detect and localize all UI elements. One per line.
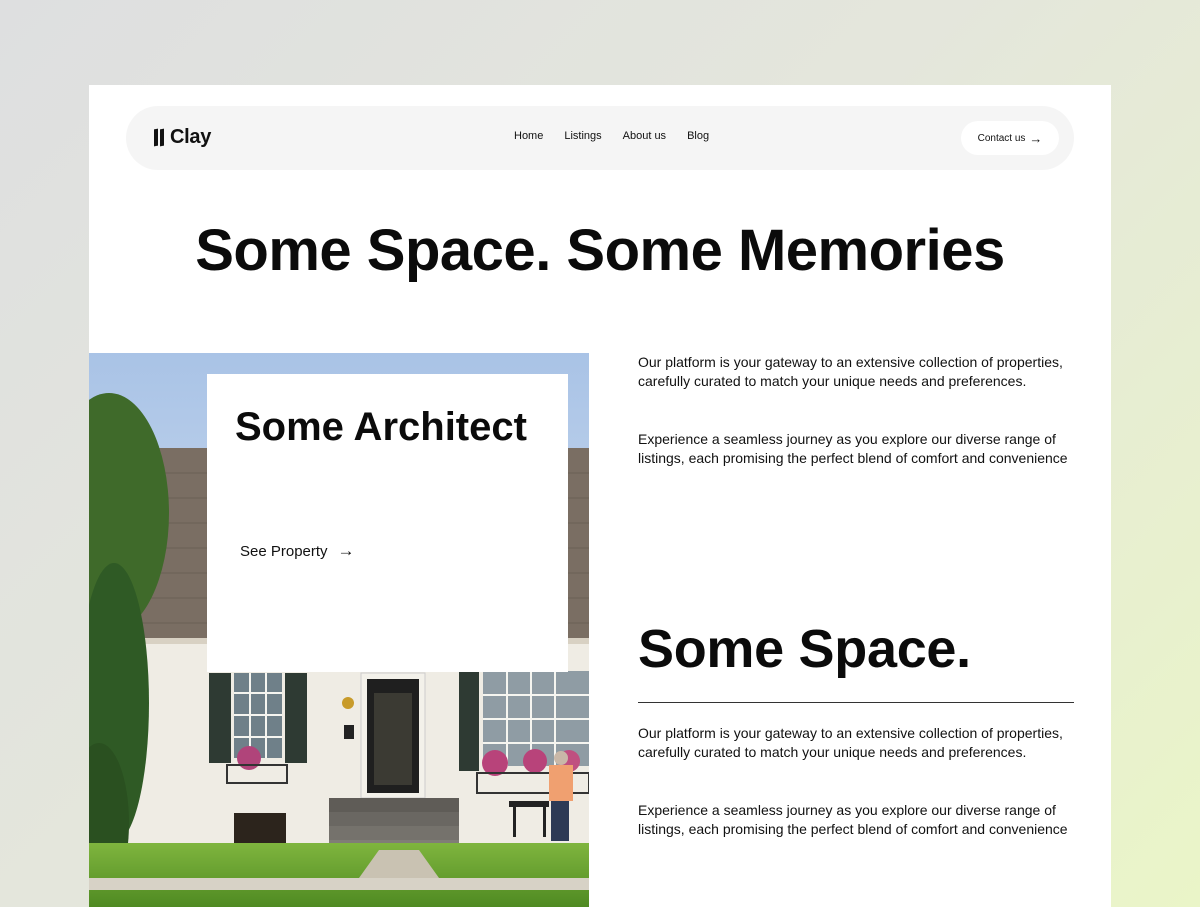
property-card: Some Architect See Property → (207, 374, 568, 672)
divider (638, 702, 1074, 703)
arrow-right-icon: → (337, 541, 355, 560)
intro-paragraph-2: Experience a seamless journey as you exp… (638, 431, 1068, 467)
intro-paragraph-1: Our platform is your gateway to an exten… (638, 354, 1063, 390)
page-container: Clay Home Listings About us Blog Contact… (89, 85, 1111, 907)
nav-link-listings[interactable]: Listings (564, 130, 601, 142)
section-paragraph-2: Experience a seamless journey as you exp… (638, 802, 1068, 838)
see-property-label: See Property (240, 542, 328, 560)
nav-links: Home Listings About us Blog (514, 130, 709, 142)
contact-button-label: Contact us (977, 132, 1026, 144)
nav-link-blog[interactable]: Blog (687, 130, 709, 142)
section-paragraph-1: Our platform is your gateway to an exten… (638, 725, 1063, 761)
logo-icon (154, 128, 166, 148)
navbar: Clay Home Listings About us Blog Contact… (126, 106, 1074, 170)
nav-link-about[interactable]: About us (623, 130, 666, 142)
hero-title: Some Space. Some Memories (195, 218, 1005, 283)
brand-name: Clay (170, 126, 212, 148)
section-title: Some Space. (638, 619, 971, 679)
card-title: Some Architect (235, 405, 527, 449)
arrow-right-icon: → (1029, 130, 1043, 146)
see-property-link[interactable]: See Property → (240, 541, 355, 561)
logo[interactable]: Clay (154, 126, 211, 149)
nav-link-home[interactable]: Home (514, 130, 543, 142)
contact-button[interactable]: Contact us → (961, 121, 1059, 155)
